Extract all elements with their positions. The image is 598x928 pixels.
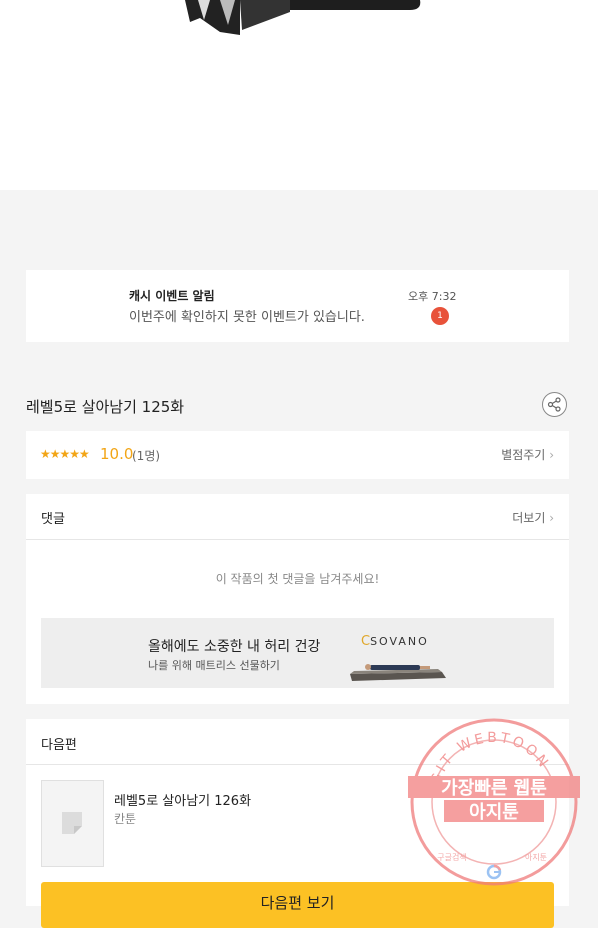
ad-logo: CSOVANO [361,634,429,649]
share-icon [547,397,561,412]
episode-title: 레벨5로 살아남기 125화 [26,398,185,416]
comments-more-button[interactable]: 더보기 › [512,509,554,526]
comic-page-bottom [0,0,598,190]
notification-badge: 1 [431,307,449,325]
rating-card: ★★★★★ 10.0 (1명) 별점주기 › [26,431,569,479]
rate-button-label: 별점주기 [501,448,546,462]
watermark-stamp: AGIT WEBTOON 가장빠른 웹툰 아지툰 구글검색 아지툰 [408,718,580,886]
rating-score: 10.0 [100,445,134,463]
ad-title: 올해에도 소중한 내 허리 건강 [148,639,321,655]
google-logo-icon [486,864,502,880]
next-episode-author: 칸툰 [114,812,137,826]
comments-section: 댓글 더보기 › 이 작품의 첫 댓글을 남겨주세요! 올해에도 소중한 내 허… [26,494,569,704]
ad-banner[interactable]: 올해에도 소중한 내 허리 건강 나를 위해 매트리스 선물하기 CSOVANO [41,618,554,688]
notification-time: 오후 7:32 [408,290,457,303]
next-episode-title[interactable]: 레벨5로 살아남기 126화 [114,790,251,809]
notification-card[interactable]: 캐시 이벤트 알림 이번주에 확인하지 못한 이벤트가 있습니다. 오후 7:3… [26,270,569,342]
ad-logo-text: SOVANO [370,635,429,648]
watermark-line1: 가장빠른 웹툰 [441,778,547,799]
share-button[interactable] [542,392,567,417]
divider [26,539,569,540]
watermark-line2: 아지툰 [469,802,519,823]
rating-count: (1명) [132,449,161,463]
next-episode-header: 다음편 [41,738,77,753]
chevron-right-icon: › [549,448,554,462]
next-episode-button[interactable]: 다음편 보기 [41,882,554,928]
watermark-bottom-right: 아지툰 [525,852,547,862]
watermark-bottom-left: 구글검색 [437,852,466,862]
next-episode-button-label: 다음편 보기 [260,894,335,912]
image-placeholder-icon [62,812,82,834]
comments-empty-message: 이 작품의 첫 댓글을 남겨주세요! [215,572,380,586]
ad-subtitle: 나를 위해 매트리스 선물하기 [148,659,280,672]
next-episode-thumbnail[interactable] [41,780,104,867]
notification-title: 캐시 이벤트 알림 [129,289,215,303]
mattress-image [350,664,446,681]
notification-message: 이번주에 확인하지 못한 이벤트가 있습니다. [129,310,365,325]
logo-c-icon: C [361,634,371,649]
comments-header: 댓글 [41,512,65,527]
rate-button[interactable]: 별점주기 › [501,446,554,463]
chevron-right-icon: › [549,511,554,525]
rating-stars: ★★★★★ [40,447,90,461]
comic-artwork [185,0,421,35]
more-label: 더보기 [512,511,546,525]
